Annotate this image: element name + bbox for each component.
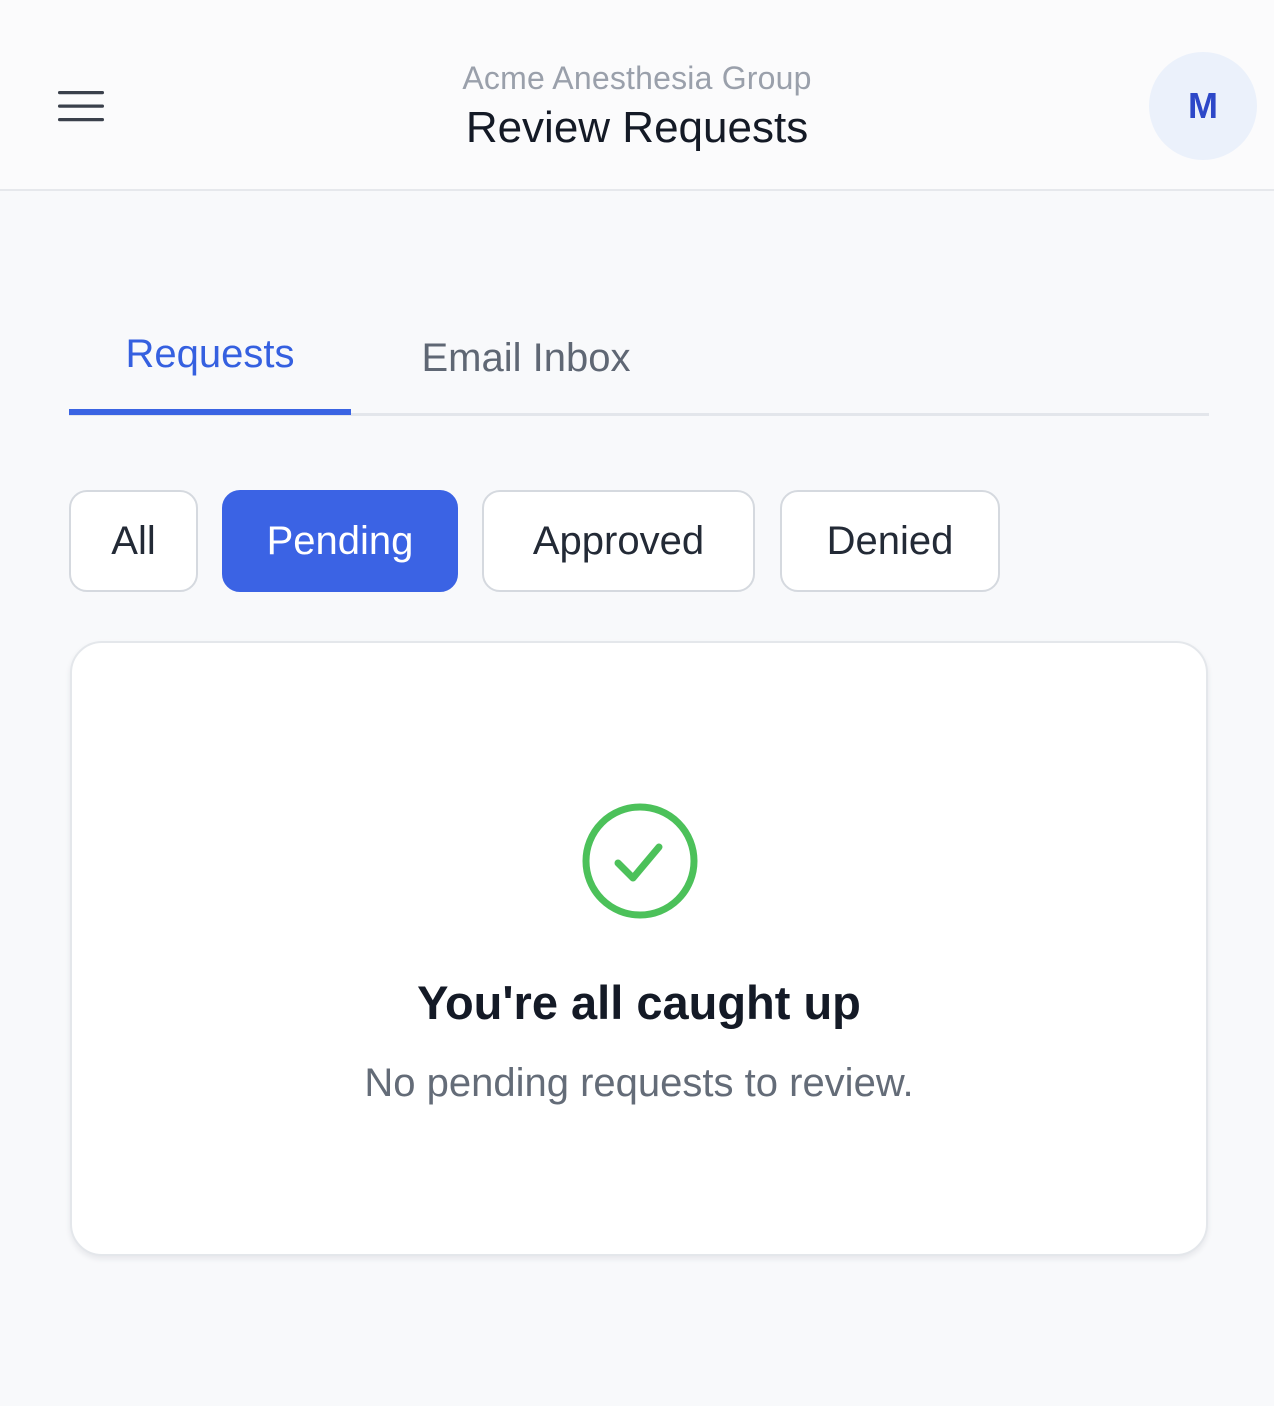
empty-state-subtitle: No pending requests to review. [364, 1061, 914, 1105]
empty-state-card: You're all caught up No pending requests… [70, 641, 1208, 1256]
app-header: Acme Anesthesia Group Review Requests M [0, 0, 1274, 191]
filter-pending-button[interactable]: Pending [222, 490, 458, 592]
filter-denied-button[interactable]: Denied [780, 490, 1000, 592]
header-titles: Acme Anesthesia Group Review Requests [0, 58, 1274, 156]
org-name: Acme Anesthesia Group [462, 60, 812, 96]
filter-all-button[interactable]: All [69, 490, 198, 592]
filter-approved-button[interactable]: Approved [482, 490, 755, 592]
check-circle-icon [580, 801, 700, 921]
active-tab-indicator [69, 409, 351, 415]
tab-email-inbox-label: Email Inbox [421, 336, 631, 380]
tab-requests-label: Requests [125, 332, 295, 376]
tab-email-inbox[interactable]: Email Inbox [351, 300, 701, 413]
tab-requests[interactable]: Requests [69, 300, 351, 415]
empty-state-title: You're all caught up [417, 976, 861, 1029]
user-avatar[interactable]: M [1149, 52, 1257, 160]
tab-bar: Requests Email Inbox [69, 300, 1209, 416]
page-title: Review Requests [465, 103, 809, 152]
